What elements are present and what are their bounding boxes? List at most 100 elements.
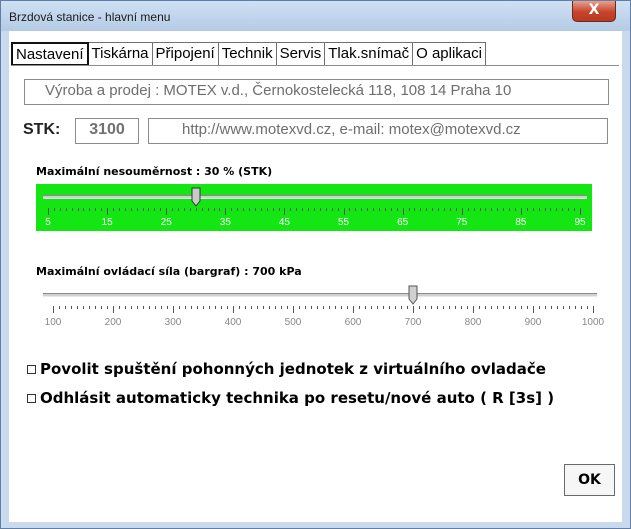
imbalance-slider-tick — [154, 208, 156, 211]
force-slider-track[interactable] — [43, 293, 597, 297]
imbalance-slider-tick — [189, 208, 191, 211]
imbalance-slider-tick — [101, 208, 103, 211]
force-slider-tick — [71, 306, 72, 309]
imbalance-slider-tick — [260, 208, 262, 211]
force-slider-tick — [449, 306, 450, 309]
checkbox-enable-virtual-controller[interactable] — [27, 364, 36, 374]
force-slider-tick — [437, 306, 438, 309]
ok-button[interactable]: OK — [564, 464, 615, 496]
imbalance-slider-tick — [107, 208, 109, 215]
tab-nastaveni[interactable]: Nastavení — [11, 42, 89, 66]
force-slider-tick — [527, 306, 528, 309]
imbalance-slider-tick — [248, 208, 250, 211]
tab-pripojeni[interactable]: Připojení — [152, 42, 219, 66]
imbalance-slider-tick — [544, 208, 546, 211]
force-slider-tick — [287, 306, 288, 309]
checkbox-auto-logout[interactable] — [27, 393, 36, 403]
imbalance-slider-tick — [367, 208, 369, 211]
stk-label: STK: — [23, 121, 61, 138]
imbalance-slider-tick — [219, 208, 221, 211]
force-slider-tick — [569, 306, 570, 309]
force-slider-tick — [203, 306, 204, 309]
imbalance-slider-tick-label: 25 — [160, 217, 172, 228]
force-slider-tick — [575, 306, 576, 309]
force-slider-tick — [155, 306, 156, 309]
imbalance-slider-tick — [580, 208, 581, 215]
force-slider-tick-label: 1000 — [581, 317, 605, 328]
imbalance-slider-tick — [337, 208, 339, 211]
force-slider-tick — [89, 306, 90, 309]
force-slider-tick — [443, 306, 444, 309]
force-slider-tick — [161, 306, 162, 309]
force-slider-tick — [413, 306, 414, 313]
title-bar[interactable]: Brzdová stanice - hlavní menu X — [1, 1, 630, 31]
force-slider-thumb[interactable] — [408, 285, 418, 305]
imbalance-slider-tick — [118, 208, 120, 211]
close-button[interactable]: X — [572, 1, 616, 22]
force-slider-tick — [119, 306, 120, 309]
imbalance-slider-tick — [254, 208, 256, 211]
force-slider-tick — [371, 306, 372, 309]
imbalance-slider-tick — [201, 208, 203, 211]
imbalance-slider-tick — [574, 208, 576, 211]
imbalance-slider-tick — [473, 208, 475, 211]
tab-technik[interactable]: Technik — [218, 42, 277, 66]
force-slider-tick — [551, 306, 552, 309]
force-slider-tick-label: 100 — [44, 317, 62, 328]
force-slider-tick — [107, 306, 108, 309]
force-slider-tick — [335, 306, 336, 309]
imbalance-slider-tick — [414, 208, 416, 211]
force-slider-tick — [323, 306, 324, 309]
imbalance-slider-tick — [53, 208, 55, 211]
force-slider-tick — [431, 306, 432, 309]
imbalance-slider-tick — [562, 208, 564, 211]
imbalance-slider-tick — [77, 208, 79, 211]
tab-tiskarna[interactable]: Tiskárna — [88, 42, 153, 66]
force-slider-tick — [245, 306, 246, 309]
force-slider-tick — [377, 306, 378, 309]
imbalance-slider-tick-label: 15 — [101, 217, 113, 228]
force-slider-tick — [473, 306, 474, 313]
imbalance-slider-tick — [314, 208, 315, 211]
force-slider-tick — [257, 306, 258, 309]
force-slider-label: Maximální ovládací síla (bargraf) : 700 … — [36, 265, 302, 278]
force-slider-tick — [509, 306, 510, 309]
imbalance-slider-label: Maximální nesouměrnost : 30 % (STK) — [36, 165, 273, 178]
force-slider-tick — [197, 306, 198, 309]
imbalance-slider-tick-label: 45 — [278, 217, 290, 228]
imbalance-slider-thumb[interactable] — [191, 187, 201, 207]
tab-tlak-snimac[interactable]: Tlak.snímač — [325, 42, 414, 66]
force-slider-tick — [419, 306, 420, 309]
force-slider-tick — [461, 306, 462, 309]
imbalance-slider-tick — [408, 208, 410, 211]
force-slider-tick — [59, 306, 60, 309]
option-auto-logout[interactable]: Odhlásit automaticky technika po resetu/… — [27, 389, 554, 407]
imbalance-slider-tick — [514, 208, 516, 211]
tab-servis[interactable]: Servis — [276, 42, 326, 66]
force-slider-tick — [401, 306, 402, 309]
force-slider-tick — [227, 306, 228, 309]
imbalance-slider-track[interactable] — [43, 195, 587, 199]
imbalance-slider-tick — [59, 208, 61, 211]
imbalance-slider-panel: 5 15 25 35 45 55 65 75 85 95 — [36, 184, 592, 231]
tab-o-aplikaci[interactable]: O aplikaci — [413, 42, 486, 66]
imbalance-slider-tick — [225, 208, 227, 215]
force-slider-tick — [215, 306, 216, 309]
force-slider-tick — [185, 306, 186, 309]
force-slider-tick — [239, 306, 240, 309]
force-slider-tick — [479, 306, 480, 309]
imbalance-slider-tick — [178, 208, 180, 211]
option-auto-logout-label: Odhlásit automaticky technika po resetu/… — [40, 389, 555, 407]
imbalance-slider-tick — [195, 208, 197, 211]
option-enable-virtual-controller[interactable]: Povolit spuštění pohonných jednotek z vi… — [27, 360, 546, 378]
imbalance-slider-tick — [479, 208, 481, 211]
force-slider-tick — [299, 306, 300, 309]
force-slider-tick — [143, 306, 144, 309]
force-slider-tick — [359, 306, 360, 309]
force-slider-tick — [311, 306, 312, 309]
imbalance-slider-tick — [503, 208, 505, 211]
imbalance-slider-tick — [183, 208, 185, 211]
contact-field: http://www.motexvd.cz, e-mail: motex@mot… — [148, 118, 608, 144]
force-slider-tick — [365, 306, 366, 309]
force-slider-tick — [65, 306, 66, 309]
